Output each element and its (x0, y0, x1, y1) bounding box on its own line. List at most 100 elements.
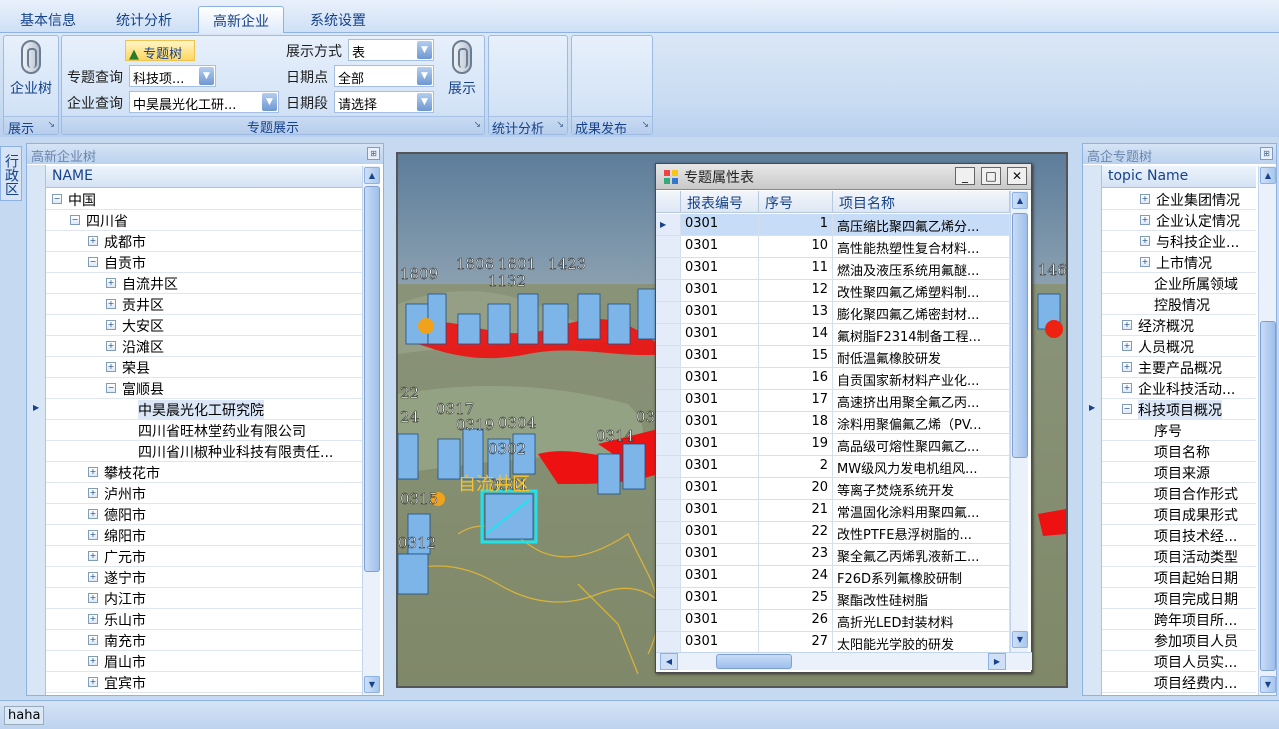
tree-node[interactable]: + 德阳市 (46, 504, 362, 525)
topic-tree-node[interactable]: 项目成果形式 (1102, 504, 1256, 525)
topic-tree-node[interactable]: + 企业认定情况 (1102, 210, 1256, 231)
cell-seq[interactable]: 15 (759, 346, 833, 368)
row-selector[interactable] (656, 566, 681, 588)
scroll-down-icon[interactable]: ▼ (364, 676, 380, 693)
cell-report-no[interactable]: 0301 (681, 544, 759, 566)
collapse-icon[interactable]: − (88, 257, 98, 267)
tree-node[interactable]: 四川省川椒种业科技有限责任... (46, 441, 362, 462)
topic-tree-node[interactable]: + 企业集团情况 (1102, 189, 1256, 210)
cell-seq[interactable]: 16 (759, 368, 833, 390)
grid-row[interactable]: 0301 10 高性能热塑性复合材料... (656, 236, 1010, 258)
expand-icon[interactable]: + (88, 551, 98, 561)
expand-icon[interactable]: + (88, 488, 98, 498)
hscroll-thumb[interactable] (716, 654, 792, 669)
side-tab-admin-region[interactable]: 行政区 (0, 146, 22, 201)
expand-icon[interactable]: + (106, 299, 116, 309)
expand-icon[interactable]: + (106, 278, 116, 288)
col-header-seq[interactable]: 序号 (759, 191, 833, 213)
cell-project-name[interactable]: 涂料用聚偏氟乙烯（PV... (833, 412, 1010, 434)
cell-report-no[interactable]: 0301 (681, 434, 759, 456)
expand-icon[interactable]: + (88, 614, 98, 624)
expand-icon[interactable]: + (1122, 362, 1132, 372)
grid-row[interactable]: 0301 15 耐低温氟橡胶研发 (656, 346, 1010, 368)
cell-project-name[interactable]: 燃油及液压系统用氟醚... (833, 258, 1010, 280)
cell-project-name[interactable]: 高品级可熔性聚四氟乙... (833, 434, 1010, 456)
topic-tree-node[interactable]: + 人员概况 (1102, 336, 1256, 357)
pin-icon[interactable]: ⊞ (367, 147, 380, 160)
cell-report-no[interactable]: 0301 (681, 478, 759, 500)
tab-basic-info[interactable]: 基本信息 (6, 6, 90, 33)
grid-row[interactable]: 0301 16 自贡国家新材料产业化... (656, 368, 1010, 390)
name-column-header[interactable]: NAME (46, 166, 362, 188)
cell-project-name[interactable]: 聚酯改性硅树脂 (833, 588, 1010, 610)
current-row-indicator-icon[interactable]: ▶ (656, 214, 681, 236)
cell-project-name[interactable]: 高折光LED封装材料 (833, 610, 1010, 632)
cell-project-name[interactable]: 自贡国家新材料产业化... (833, 368, 1010, 390)
tree-node[interactable]: − 自贡市 (46, 252, 362, 273)
scroll-thumb[interactable] (364, 186, 380, 572)
col-header-report-no[interactable]: 报表编号 (681, 191, 759, 213)
cell-project-name[interactable]: 聚全氟乙丙烯乳液新工... (833, 544, 1010, 566)
grid-row[interactable]: 0301 17 高速挤出用聚全氟乙丙... (656, 390, 1010, 412)
cell-seq[interactable]: 21 (759, 500, 833, 522)
maximize-button[interactable]: □ (981, 167, 1001, 185)
tree-node[interactable]: + 贡井区 (46, 294, 362, 315)
collapse-icon[interactable]: − (52, 194, 62, 204)
cell-report-no[interactable]: 0301 (681, 214, 759, 236)
scroll-up-icon[interactable]: ▲ (1260, 167, 1276, 184)
topic-tree-node[interactable]: 项目完成日期 (1102, 588, 1256, 609)
tree-node[interactable]: + 泸州市 (46, 483, 362, 504)
topic-tree-node[interactable]: 项目来源 (1102, 462, 1256, 483)
topic-tree-node[interactable]: + 上市情况 (1102, 252, 1256, 273)
cell-report-no[interactable]: 0301 (681, 324, 759, 346)
expand-icon[interactable]: + (88, 572, 98, 582)
expand-icon[interactable]: + (88, 593, 98, 603)
topic-tree-node[interactable]: 项目合作形式 (1102, 483, 1256, 504)
row-selector[interactable] (656, 324, 681, 346)
grid-row[interactable]: 0301 13 膨化聚四氟乙烯密封材... (656, 302, 1010, 324)
scroll-up-icon[interactable]: ▲ (1012, 192, 1028, 209)
row-selector[interactable] (656, 368, 681, 390)
row-selector[interactable] (656, 522, 681, 544)
cell-project-name[interactable]: 等离子焚烧系统开发 (833, 478, 1010, 500)
tree-node[interactable]: + 沿滩区 (46, 336, 362, 357)
cell-report-no[interactable]: 0301 (681, 368, 759, 390)
cell-project-name[interactable]: 高压缩比聚四氟乙烯分... (833, 214, 1010, 236)
expand-icon[interactable]: + (88, 635, 98, 645)
cell-seq[interactable]: 1 (759, 214, 833, 236)
cell-project-name[interactable]: 太阳能光学胶的研发 (833, 632, 1010, 654)
scroll-thumb[interactable] (1260, 321, 1276, 671)
scroll-thumb[interactable] (1012, 213, 1028, 458)
cell-seq[interactable]: 12 (759, 280, 833, 302)
cell-report-no[interactable]: 0301 (681, 456, 759, 478)
dialog-launcher-icon[interactable]: ↘ (47, 120, 55, 130)
dialog-launcher-icon[interactable]: ↘ (473, 120, 481, 130)
scroll-down-icon[interactable]: ▼ (1260, 676, 1276, 693)
scroll-down-icon[interactable]: ▼ (1012, 631, 1028, 648)
cell-project-name[interactable]: 改性聚四氟乙烯塑料制... (833, 280, 1010, 302)
cell-seq[interactable]: 17 (759, 390, 833, 412)
cell-report-no[interactable]: 0301 (681, 632, 759, 654)
expand-icon[interactable]: + (106, 320, 116, 330)
topic-tree-node[interactable]: 项目起始日期 (1102, 567, 1256, 588)
dialog-launcher-icon[interactable]: ↘ (641, 120, 649, 130)
row-selector[interactable] (656, 236, 681, 258)
scroll-right-icon[interactable]: ▶ (988, 653, 1006, 670)
company-query-combo[interactable]: 中昊晨光化工研... ▼ (129, 91, 279, 113)
row-selector[interactable] (656, 500, 681, 522)
tree-node[interactable]: + 荣县 (46, 357, 362, 378)
grid-row[interactable]: 0301 14 氟树脂F2314制备工程... (656, 324, 1010, 346)
cell-project-name[interactable]: 高性能热塑性复合材料... (833, 236, 1010, 258)
date-range-combo[interactable]: 请选择 ▼ (334, 91, 434, 113)
row-selector[interactable] (656, 280, 681, 302)
topic-tree-node[interactable]: 跨年项目所... (1102, 609, 1256, 630)
col-header-project-name[interactable]: 项目名称 (833, 191, 1010, 213)
row-selector[interactable] (656, 478, 681, 500)
topic-tree-button[interactable]: ▲ 专题树 (125, 40, 195, 62)
grid-row[interactable]: 0301 21 常温固化涂料用聚四氟... (656, 500, 1010, 522)
topic-tree-node[interactable]: 控股情况 (1102, 294, 1256, 315)
topic-tree-node[interactable]: 项目技术经... (1102, 525, 1256, 546)
tree-node[interactable]: + 广元市 (46, 546, 362, 567)
topic-tree-node[interactable]: 参加项目人员 (1102, 630, 1256, 651)
cell-seq[interactable]: 23 (759, 544, 833, 566)
